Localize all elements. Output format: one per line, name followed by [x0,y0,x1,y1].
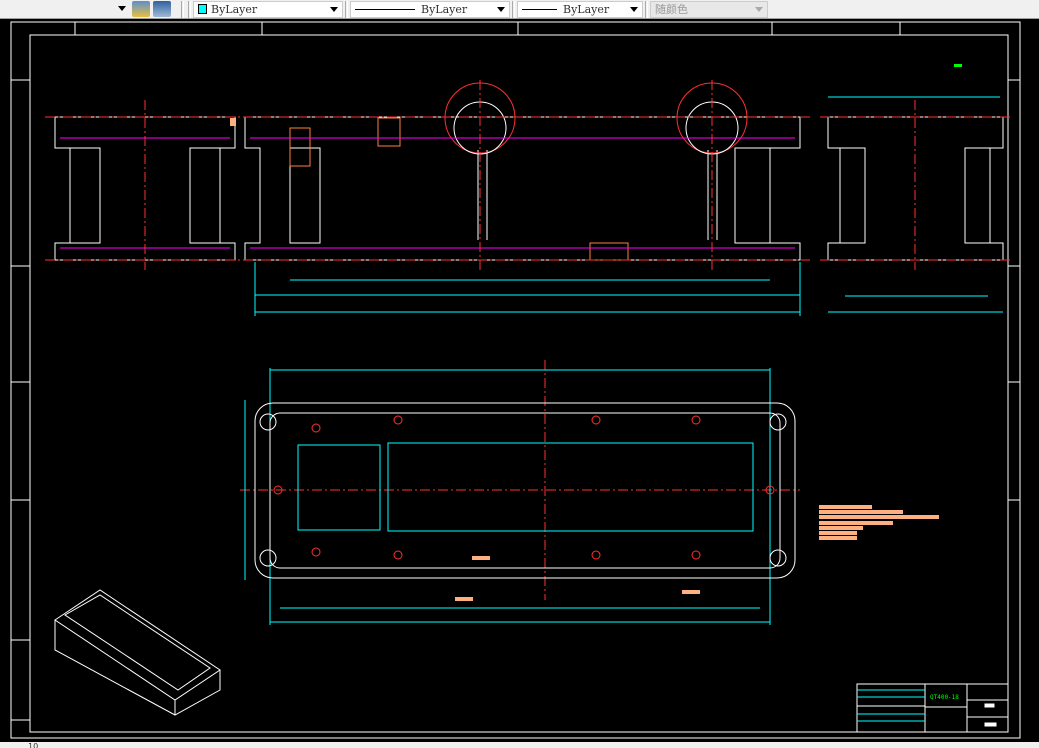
chevron-down-icon [630,6,638,12]
dimension-lines [244,96,1003,625]
color-dropdown[interactable]: ByLayer [193,0,343,18]
drawing-frame [10,21,1021,739]
hatch [289,117,629,261]
lineweight-dropdown[interactable]: ByLayer [517,0,643,18]
drawing-canvas[interactable]: QT400-18 [0,19,1039,742]
coordinate-text: 10 [28,742,39,748]
hidden-lines [60,137,795,249]
layer-dropdown[interactable] [0,0,130,18]
circle-features [444,82,748,154]
chevron-down-icon [755,6,763,12]
linetype-dropdown[interactable]: ByLayer [350,0,510,18]
layer-previous-icon[interactable] [132,1,150,17]
lineweight-label: ByLayer [563,2,610,16]
chevron-down-icon [330,6,338,12]
status-bar: 10 [0,742,1039,748]
isometric-view [54,589,221,716]
plot-style-dropdown[interactable]: 随颜色 [650,0,768,18]
layer-state-icon[interactable] [153,1,171,17]
color-label: ByLayer [211,2,258,16]
roughness-mark [954,64,962,67]
linetype-label: ByLayer [421,2,468,16]
plot-style-label: 随颜色 [655,3,688,16]
technical-notes [230,118,939,601]
chevron-down-icon [497,6,505,12]
properties-toolbar: ByLayer ByLayer ByLayer 随颜色 [0,0,1039,19]
drawing-number: QT400-18 [930,694,959,701]
color-swatch [198,4,207,14]
title-block [856,683,1009,733]
